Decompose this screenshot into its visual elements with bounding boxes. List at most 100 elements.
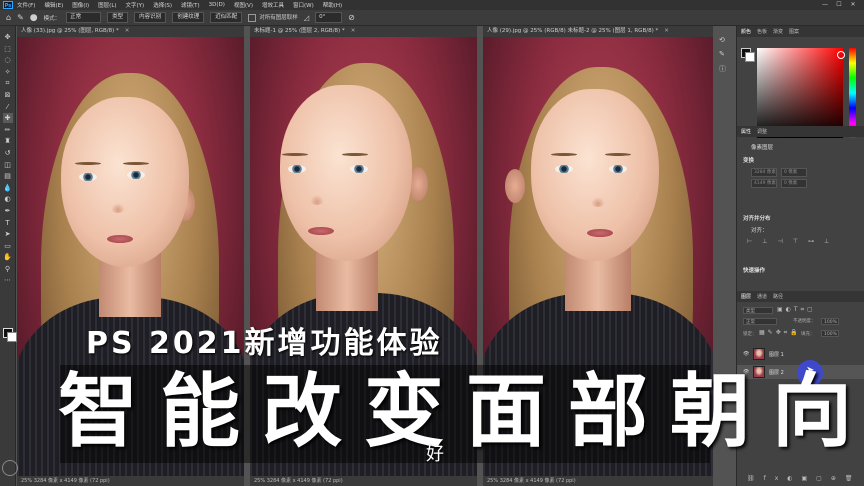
document-tab-3[interactable]: 人像 (29).jpg @ 25% (RGB/8) 未标题-2 @ 25% (图…: [483, 26, 713, 37]
width-field[interactable]: 3284 像素: [751, 168, 777, 177]
mode-select[interactable]: 正常: [66, 12, 102, 23]
close-button[interactable]: ✕: [846, 0, 860, 10]
hand-tool-icon[interactable]: ✋: [3, 252, 13, 262]
close-tab-icon[interactable]: ✕: [125, 28, 130, 34]
close-tab-icon[interactable]: ✕: [664, 28, 669, 34]
menu-select[interactable]: 选择(S): [153, 1, 172, 9]
tools-panel: ✥ ⬚ ◌ ✧ ⌗ ⊠ ⁄ ✚ ✏ ♜ ↺ ◫ ▤ 💧 ◐ ✒ T ➤ ▭ ✋ …: [0, 26, 17, 486]
menu-file[interactable]: 文件(F): [17, 1, 35, 9]
overlay-small-text: 好: [426, 444, 444, 465]
align-left-icon[interactable]: ⊢: [747, 238, 752, 245]
frame-tool-icon[interactable]: ⊠: [3, 90, 13, 100]
transform-row-2: 4149 像素 0 像素: [751, 179, 807, 188]
menu-image[interactable]: 图像(I): [72, 1, 89, 9]
color-picker-field[interactable]: [757, 48, 845, 138]
minimize-button[interactable]: —: [818, 0, 832, 10]
close-tab-icon[interactable]: ✕: [351, 28, 356, 34]
background-color-swatch[interactable]: [7, 332, 17, 342]
menu-view[interactable]: 视图(V): [234, 1, 253, 9]
layer-name: 图层 1: [769, 351, 784, 358]
eraser-tool-icon[interactable]: ◫: [3, 160, 13, 170]
hue-slider[interactable]: [849, 48, 856, 138]
tab-patterns[interactable]: 图案: [789, 28, 799, 35]
menu-filter[interactable]: 滤镜(T): [181, 1, 200, 9]
history-icon[interactable]: ⟲: [719, 36, 733, 44]
lasso-tool-icon[interactable]: ◌: [3, 55, 13, 65]
menu-plugins[interactable]: 增效工具: [262, 1, 284, 9]
maximize-button[interactable]: ☐: [832, 0, 846, 10]
marquee-tool-icon[interactable]: ⬚: [3, 44, 13, 54]
proximity-match-button[interactable]: 近似匹配: [210, 12, 243, 23]
document-tab-2[interactable]: 未标题-1 @ 25% (图层 2, RGB/8) * ✕: [250, 26, 477, 37]
type-button[interactable]: 类型: [107, 12, 129, 23]
visibility-eye-icon[interactable]: 👁: [743, 351, 749, 357]
align-middle-icon[interactable]: ⊶: [808, 238, 814, 245]
tab-adjustments[interactable]: 调整: [757, 128, 767, 135]
content-aware-button[interactable]: 内容识别: [134, 12, 167, 23]
document-status-2: 25% 3284 像素 x 4149 像素 (72 ppi): [250, 476, 477, 486]
layer-thumbnail: [753, 348, 765, 360]
move-tool-icon[interactable]: ✥: [3, 32, 13, 42]
menu-type[interactable]: 文字(Y): [126, 1, 145, 9]
crop-tool-icon[interactable]: ⌗: [3, 78, 13, 88]
path-select-tool-icon[interactable]: ➤: [3, 229, 13, 239]
background-color-mini[interactable]: [745, 52, 755, 62]
tab-swatches[interactable]: 色板: [757, 28, 767, 35]
menu-3d[interactable]: 3D(D): [209, 2, 225, 8]
menu-window[interactable]: 窗口(W): [293, 1, 314, 9]
create-texture-button[interactable]: 创建纹理: [172, 12, 205, 23]
photoshop-logo: Ps: [3, 1, 13, 9]
sample-all-layers-checkbox[interactable]: 对所有图层取样: [248, 13, 298, 22]
brow-right: [123, 162, 149, 165]
brow-left: [75, 162, 101, 165]
menu-edit[interactable]: 编辑(E): [44, 1, 63, 9]
info-icon[interactable]: ⓘ: [719, 64, 733, 74]
zoom-tool-icon[interactable]: ⚲: [3, 264, 13, 274]
tab-gradients[interactable]: 渐变: [773, 28, 783, 35]
fill-label: 填充：: [801, 332, 815, 337]
blend-mode-select[interactable]: 正常: [743, 318, 777, 325]
type-tool-icon[interactable]: T: [3, 218, 13, 228]
spot-healing-brush-icon[interactable]: ✎: [17, 13, 24, 22]
angle-field[interactable]: 0°: [315, 12, 343, 23]
document-tab-1[interactable]: 人像 (33).jpg @ 25% (图层, RGB/8) * ✕: [17, 26, 244, 37]
height-field[interactable]: 4149 像素: [751, 179, 777, 188]
align-bottom-icon[interactable]: ⊥: [824, 238, 829, 245]
fill-field[interactable]: 100%: [821, 330, 839, 337]
y-field[interactable]: 0 像素: [781, 179, 807, 188]
align-center-icon[interactable]: ⊥: [762, 238, 767, 245]
more-tools-icon[interactable]: ⋯: [3, 275, 13, 285]
layer-row-1[interactable]: 👁 图层 1: [737, 347, 864, 361]
dodge-tool-icon[interactable]: ◐: [3, 194, 13, 204]
healing-brush-tool-icon[interactable]: ✚: [2, 113, 13, 124]
brow-right: [605, 153, 631, 156]
blur-tool-icon[interactable]: 💧: [3, 183, 13, 193]
document-tab-3-label: 人像 (29).jpg @ 25% (RGB/8) 未标题-2 @ 25% (图…: [487, 28, 659, 34]
opacity-field[interactable]: 100%: [821, 318, 839, 325]
brush-preset-icon[interactable]: ●: [30, 13, 38, 23]
clone-stamp-tool-icon[interactable]: ♜: [3, 136, 13, 146]
quick-select-tool-icon[interactable]: ✧: [3, 67, 13, 77]
color-picker-handle[interactable]: [837, 51, 845, 59]
tab-channels[interactable]: 通道: [757, 293, 767, 300]
align-top-icon[interactable]: ⊤: [793, 238, 798, 245]
x-field[interactable]: 0 像素: [781, 168, 807, 177]
align-right-icon[interactable]: ⊣: [777, 238, 782, 245]
shape-tool-icon[interactable]: ▭: [3, 241, 13, 251]
brush-settings-icon[interactable]: ✎: [719, 50, 733, 58]
tab-paths[interactable]: 路径: [773, 293, 783, 300]
tab-color[interactable]: 颜色: [741, 28, 751, 35]
eyedropper-tool-icon[interactable]: ⁄: [3, 102, 13, 112]
menu-help[interactable]: 帮助(H): [323, 1, 342, 9]
history-brush-tool-icon[interactable]: ↺: [3, 148, 13, 158]
home-icon[interactable]: ⌂: [6, 13, 11, 22]
document-tab-1-label: 人像 (33).jpg @ 25% (图层, RGB/8) *: [21, 28, 119, 34]
pen-tool-icon[interactable]: ✒: [3, 206, 13, 216]
tab-layers[interactable]: 图层: [741, 293, 751, 300]
brush-tool-icon[interactable]: ✏: [3, 125, 13, 135]
gradient-tool-icon[interactable]: ▤: [3, 171, 13, 181]
menu-layer[interactable]: 图层(L): [98, 1, 116, 9]
pressure-icon[interactable]: ⊘: [348, 13, 355, 22]
layer-filter-select[interactable]: 类型: [743, 307, 773, 314]
tab-properties[interactable]: 属性: [741, 128, 751, 135]
